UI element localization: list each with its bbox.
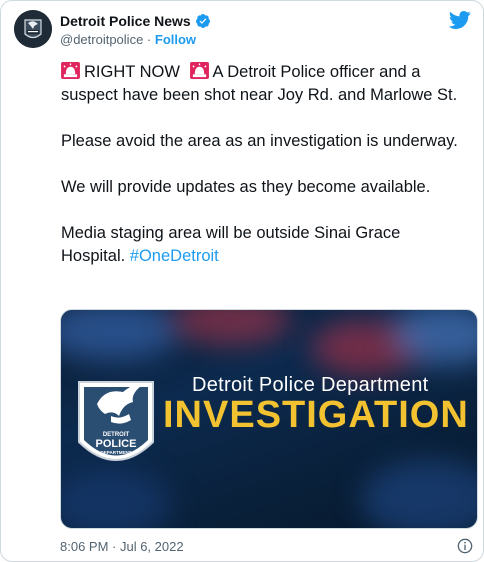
author-name[interactable]: Detroit Police News [60,13,191,29]
paragraph-1: RIGHT NOW A Detroit Police officer and a… [61,61,466,107]
verified-badge-icon [195,14,210,28]
handle-row: @detroitpolice · Follow [60,32,196,47]
timestamp[interactable]: 8:06 PM · Jul 6, 2022 [60,539,184,554]
bokeh-light [61,470,171,528]
author-handle[interactable]: @detroitpolice [60,32,143,47]
paragraph-3: We will provide updates as they become a… [61,178,431,196]
tweet-card: Detroit Police News @detroitpolice · Fol… [0,0,484,562]
info-icon[interactable] [457,538,473,554]
detroit-police-badge-icon [14,10,52,48]
staging-text: Media staging area will be outside Sinai… [61,224,401,265]
police-car-light-icon [189,62,209,79]
media-image[interactable]: DETROIT POLICE DEPARTMENT Detroit Police… [60,309,478,529]
hashtag-link[interactable]: #OneDetroit [130,247,219,265]
twitter-bird-icon[interactable] [449,11,471,29]
badge-line2: POLICE [96,438,137,450]
tweet-text: RIGHT NOW A Detroit Police officer and a… [61,61,466,268]
police-car-light-icon [61,62,80,79]
paragraph-2: Please avoid the area as an investigatio… [61,132,458,150]
avatar[interactable] [14,10,52,48]
bokeh-light [361,460,477,528]
follow-button[interactable]: Follow [155,32,196,47]
paragraph-4: Media staging area will be outside Sinai… [61,222,466,268]
separator: · [146,32,152,47]
detroit-police-badge-icon: DETROIT POLICE DEPARTMENT [78,381,154,461]
badge-line3: DEPARTMENT [101,450,132,455]
bokeh-light [171,310,291,345]
right-now-label: RIGHT NOW [84,63,180,81]
author-name-row: Detroit Police News [60,13,211,29]
media-headline: INVESTIGATION [163,394,469,436]
bokeh-light [61,310,181,360]
